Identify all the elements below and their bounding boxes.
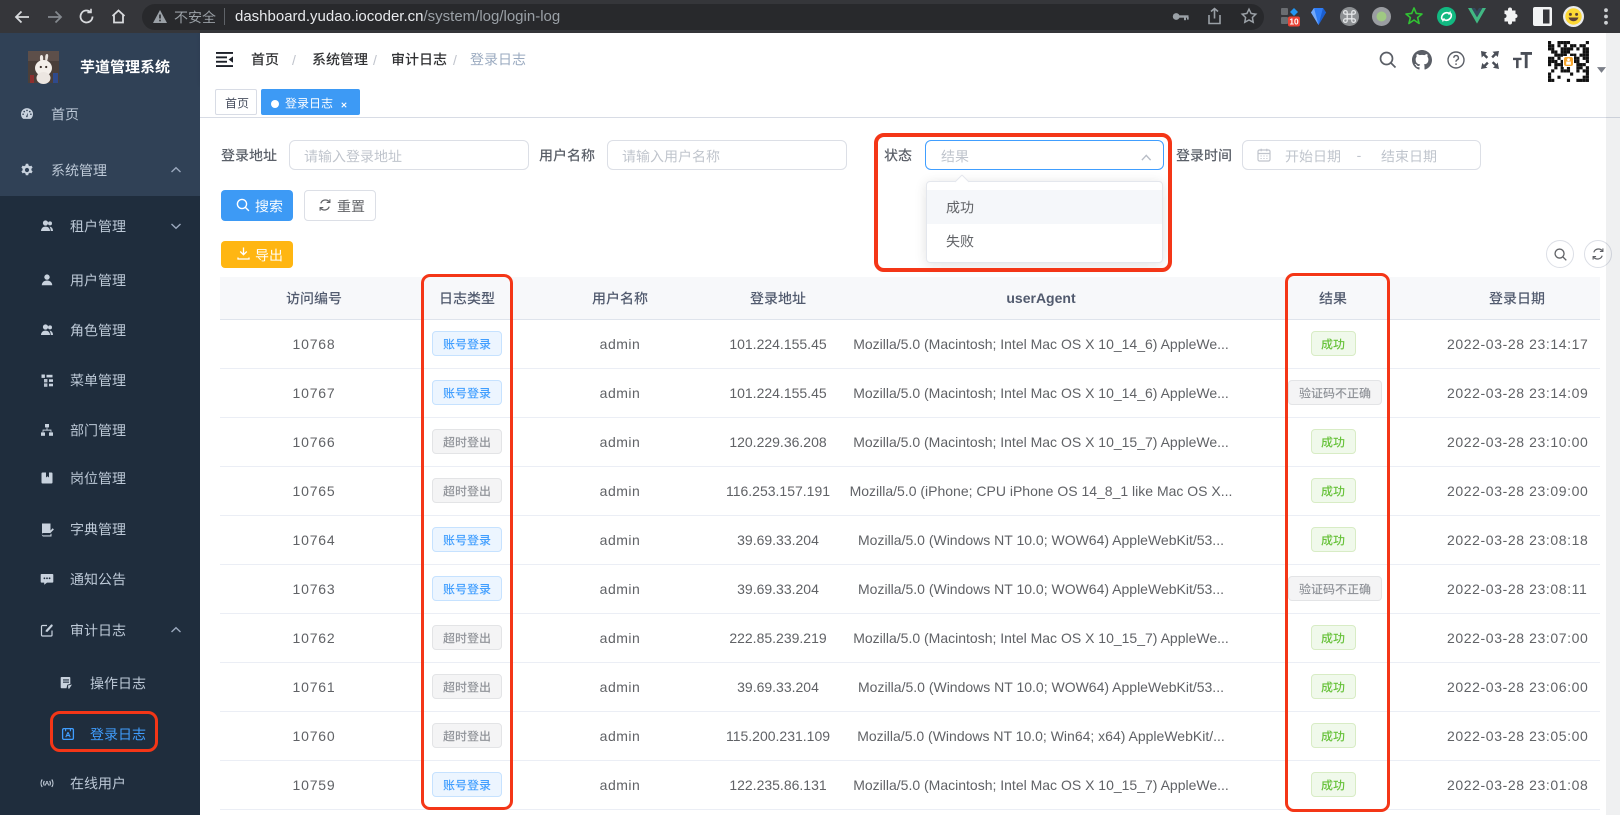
svg-text:A: A	[45, 780, 50, 787]
svg-text:10: 10	[1289, 17, 1299, 27]
